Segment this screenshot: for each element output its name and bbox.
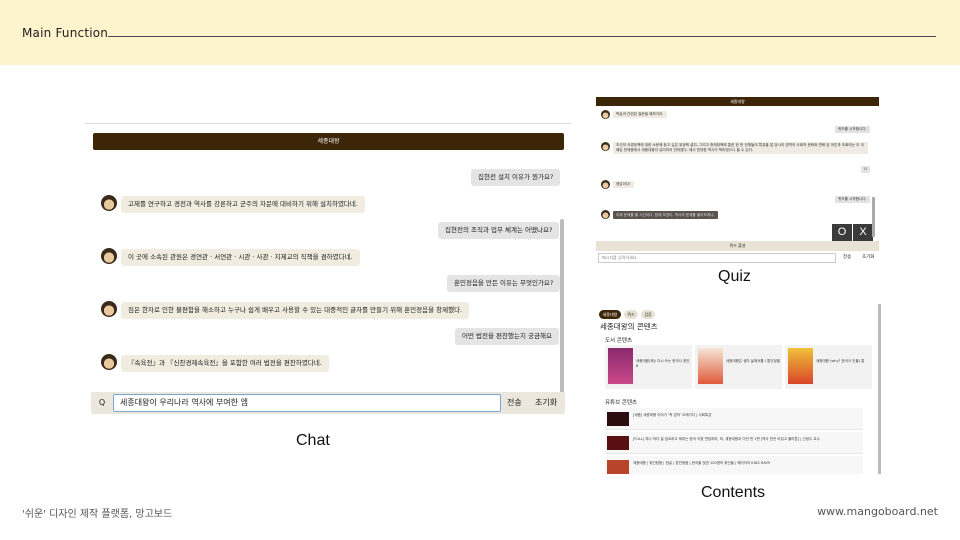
chat-message-user: 훈민정음을 만든 이유는 무엇인가요? <box>447 275 561 292</box>
book-title: 세종대왕(재)/ 다시 쓰는 한국사 위인 8 <box>636 359 690 368</box>
video-title: 세종대왕 | 위인탐험 | 한글 | 훈민정음 | 한국을 빛낸 100명의 위… <box>633 461 770 465</box>
quiz-question: 조선의 국경정책에 대한 소문에 듣고 싶은 위정책 설치. 그리고 총제정책에… <box>613 142 868 154</box>
question-button[interactable]: Q <box>95 396 109 410</box>
quiz-panel: 세종대왕 학습과 관련된 질문을 해보거라. 퀴즈를 시작합니다. 조선의 국경… <box>596 97 879 265</box>
king-avatar <box>101 248 117 264</box>
quiz-send-button[interactable]: 전송 <box>843 254 851 260</box>
chat-title-bar: 세종대왕 <box>93 133 564 150</box>
book-cover-image <box>608 348 633 384</box>
x-button[interactable]: X <box>853 224 873 241</box>
chat-input[interactable]: 세종대왕이 우리나라 역사에 부여한 엠 <box>113 394 501 412</box>
king-avatar <box>601 180 610 189</box>
reset-button[interactable]: 초기화 <box>535 395 557 411</box>
chat-message-bot: 『속육전』과 『신찬경제속육전』을 포함한 여러 법전을 편찬하였다네. <box>121 355 329 372</box>
quiz-message-user: 퀴즈를 시작합니다. <box>835 196 870 203</box>
king-avatar <box>101 354 117 370</box>
quiz-title-bar: 세종대왕 <box>596 97 879 106</box>
video-row[interactable]: [세종] 세종대왕 이야기 ‘측 업적’ 오래가다 | 사회특강 <box>605 408 863 430</box>
video-thumbnail <box>607 436 629 450</box>
quiz-submit-button[interactable]: 퀴즈 풀셜 <box>596 241 879 251</box>
book-title: 세종대왕 (why? 한국사 인물) 통 <box>816 359 865 363</box>
quiz-reset-button[interactable]: 초기화 <box>862 254 874 260</box>
contents-panel: 세종대왕 퀴즈 검증 세종대왕의 콘텐츠 도서 콘텐츠 세종대왕(재)/ 다시 … <box>593 304 882 474</box>
page-title: Main Function <box>22 26 109 40</box>
book-card[interactable]: 세종대왕은 생각 삶에서를 / 통인정을 <box>695 345 782 389</box>
video-title: [FULL] 하나 하다 설 집요하고 재미는 한국 이정 편집하여, 외, 세… <box>633 437 820 441</box>
contents-title: 세종대왕의 콘텐츠 <box>600 322 658 331</box>
book-cover-image <box>788 348 813 384</box>
video-row[interactable]: [FULL] 하나 하다 설 집요하고 재미는 한국 이정 편집하여, 외, 세… <box>605 432 863 454</box>
chat-panel: 세종대왕 집현전 설치 이유가 뭔가요? 고제를 연구하고 경전과 역사를 강론… <box>85 123 571 415</box>
book-cover-image <box>698 348 723 384</box>
o-button[interactable]: O <box>832 224 852 241</box>
king-avatar <box>601 142 610 151</box>
quiz-message-bot: 이제 문제를 풀 시간이다. 함께 보겠다. 역사의 문제를 풀어보게나. <box>613 211 718 219</box>
king-avatar <box>601 110 610 119</box>
book-title: 세종대왕은 생각 삶에서를 / 통인정을 <box>726 359 780 363</box>
tab-quiz[interactable]: 퀴즈 <box>624 310 638 319</box>
quiz-input[interactable]: 메시지를 입력하세요 <box>598 253 836 263</box>
king-avatar <box>601 210 610 219</box>
quiz-message-user: O <box>861 166 870 173</box>
footer-url[interactable]: www.mangoboard.net <box>817 505 938 518</box>
contents-caption: Contents <box>701 484 766 501</box>
footer-brand-text: '쉬운' 디자인 제작 플랫폼, 망고보드 <box>22 509 173 520</box>
video-thumbnail <box>607 412 629 426</box>
contents-scrollbar[interactable] <box>878 304 881 474</box>
chat-message-user: 집현전 설치 이유가 뭔가요? <box>471 169 561 186</box>
quiz-message-user: 퀴즈를 시작합니다. <box>835 126 870 133</box>
book-card[interactable]: 세종대왕(재)/ 다시 쓰는 한국사 위인 8 <box>605 345 692 389</box>
tab-verify[interactable]: 검증 <box>641 310 655 319</box>
chat-message-bot: 이 곳에 소속된 관원은 경연관 · 서연관 · 시관 · 사관 · 지제교의 … <box>121 249 360 266</box>
video-thumbnail <box>607 460 629 474</box>
header-divider <box>108 36 936 37</box>
chat-caption: Chat <box>296 432 330 449</box>
chat-scrollbar[interactable] <box>560 219 564 394</box>
tab-sejong[interactable]: 세종대왕 <box>599 310 621 319</box>
quiz-message-bot: 학습과 관련된 질문을 해보거라. <box>613 111 667 118</box>
chat-input-row: Q 세종대왕이 우리나라 역사에 부여한 엠 전송 초기화 <box>91 392 565 414</box>
chat-message-bot: 짐은 한자로 인한 불편함을 해소하고 누구나 쉽게 배우고 사용할 수 있는 … <box>121 302 470 319</box>
king-avatar <box>101 301 117 317</box>
chat-message-bot: 고제를 연구하고 경전과 역사를 강론하고 군주의 자문에 대비하기 위해 설치… <box>121 196 365 213</box>
quiz-caption: Quiz <box>718 268 751 285</box>
header-band: Main Function <box>0 0 960 65</box>
video-row[interactable]: 세종대왕 | 위인탐험 | 한글 | 훈민정음 | 한국을 빛낸 100명의 위… <box>605 456 863 474</box>
chat-message-user: 어떤 법전을 편찬했는지 궁금해요 <box>455 328 559 345</box>
quiz-message-bot: 정답이다! <box>613 181 634 188</box>
youtube-heading: 유튜브 콘텐츠 <box>605 400 638 406</box>
send-button[interactable]: 전송 <box>507 395 522 411</box>
king-avatar <box>101 195 117 211</box>
book-card[interactable]: 세종대왕 (why? 한국사 인물) 통 <box>785 345 872 389</box>
chat-message-user: 집현전의 조직과 업무 체계는 어땠나요? <box>438 222 560 239</box>
quiz-scrollbar[interactable] <box>872 197 875 237</box>
books-heading: 도서 콘텐츠 <box>605 338 633 344</box>
slide: Main Function 세종대왕 집현전 설치 이유가 뭔가요? 고제를 연… <box>0 0 960 540</box>
video-title: [세종] 세종대왕 이야기 ‘측 업적’ 오래가다 | 사회특강 <box>633 413 712 417</box>
